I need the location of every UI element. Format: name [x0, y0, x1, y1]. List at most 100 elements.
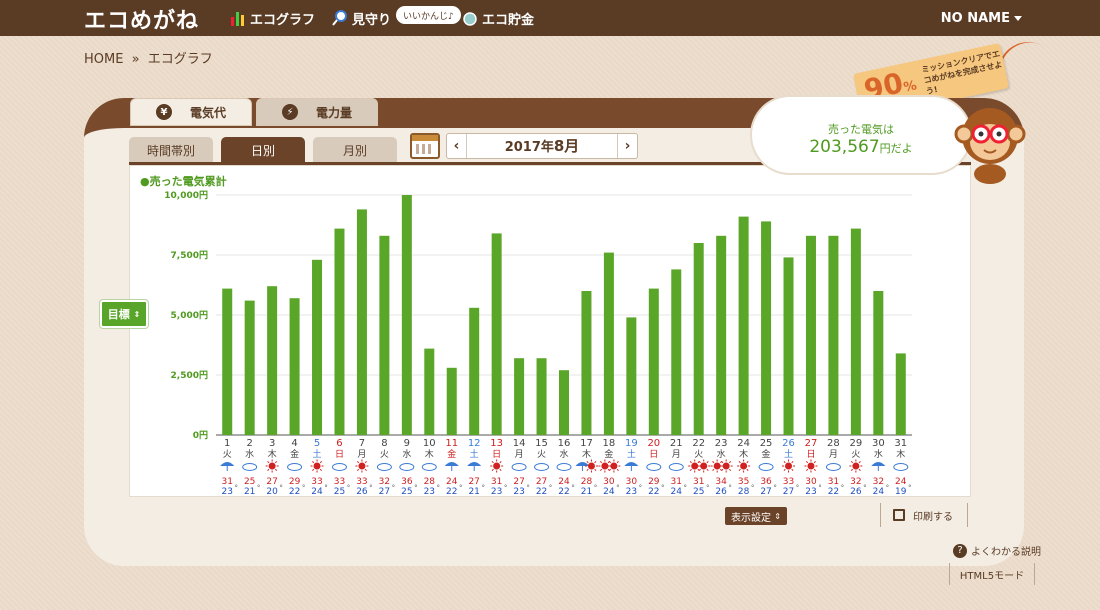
day-label: 31	[894, 438, 907, 449]
temp-low: 22	[558, 487, 569, 497]
sun-ray	[689, 468, 692, 471]
temp-low: 23	[805, 487, 816, 497]
day-label: 19	[625, 438, 638, 449]
day-label: 26	[782, 438, 795, 449]
day-label: 2	[246, 438, 252, 449]
sun-ray	[586, 468, 589, 471]
chart-bar	[761, 221, 772, 435]
y-tick-label: 0円	[193, 430, 208, 441]
weekday-label: 金	[290, 448, 299, 460]
sun-ray	[616, 468, 619, 471]
html5-mode-button[interactable]: HTML5モード	[949, 563, 1035, 585]
day-label: 27	[805, 438, 818, 449]
sun-ray	[599, 461, 603, 464]
temp-high: 27	[468, 477, 479, 487]
cloud-icon	[534, 463, 550, 471]
cloud-icon	[376, 463, 392, 471]
temp-low: 26	[356, 487, 368, 497]
temp-low: 25	[401, 487, 412, 497]
temp-high: 33	[356, 477, 367, 487]
sun-ray	[850, 461, 854, 464]
weekday-label: 日	[649, 449, 658, 460]
day-label: 1	[224, 438, 230, 449]
day-label: 30	[872, 438, 885, 449]
chart-bar	[783, 257, 794, 435]
target-button[interactable]: 目標 ⇕	[100, 300, 148, 328]
sun-ray	[608, 461, 612, 464]
weekday-label: 木	[268, 448, 277, 460]
cloud-icon	[758, 463, 774, 471]
degree-mark: °	[796, 484, 800, 492]
weekday-label: 火	[537, 449, 546, 460]
y-tick-label: 2,500円	[171, 370, 208, 381]
chart-bar	[850, 228, 861, 435]
temp-low: 26	[850, 487, 862, 497]
sun-icon	[722, 462, 730, 470]
monkey-mascot-icon	[954, 108, 1026, 184]
sun-ray	[712, 468, 715, 471]
degree-mark: °	[863, 484, 867, 492]
temp-low: 22	[289, 487, 300, 497]
sun-ray	[267, 461, 270, 464]
chart-bar	[356, 209, 367, 435]
chart-bar	[267, 286, 278, 435]
degree-mark: °	[392, 484, 396, 492]
chart-bar	[469, 307, 480, 435]
display-settings-button[interactable]: 表示設定 ⇕	[725, 507, 787, 525]
sun-ray	[746, 461, 749, 464]
temp-low: 28	[738, 487, 750, 497]
weekday-label: 水	[402, 448, 411, 460]
help-link[interactable]: ? よくわかる説明	[953, 543, 1041, 558]
weekday-label: 水	[717, 448, 726, 460]
y-tick-label: 5,000円	[171, 310, 208, 321]
cloud-icon	[287, 463, 303, 471]
temp-low: 24	[671, 487, 683, 497]
cloud-icon	[242, 463, 258, 471]
day-label: 16	[558, 438, 571, 449]
chart-legend: ●売った電気累計	[140, 175, 227, 188]
degree-mark: °	[639, 484, 643, 492]
sun-icon	[493, 462, 501, 470]
sun-ray	[689, 461, 692, 464]
weekday-label: 木	[582, 448, 591, 460]
sun-ray	[319, 461, 322, 464]
degree-mark: °	[818, 484, 822, 492]
updown-icon: ⇕	[133, 309, 141, 319]
weekday-label: 火	[380, 449, 389, 460]
cloud-icon	[511, 463, 527, 471]
weekday-label: 金	[447, 448, 456, 460]
degree-mark: °	[279, 484, 283, 492]
sun-icon	[785, 462, 793, 470]
weekday-label: 土	[313, 448, 322, 460]
degree-mark: °	[481, 484, 485, 492]
chart-bar	[559, 370, 569, 435]
temp-high: 33	[783, 477, 794, 487]
weekday-label: 土	[784, 448, 793, 460]
chart-bar	[603, 252, 614, 435]
sun-ray	[712, 461, 715, 464]
sun-ray	[616, 461, 619, 464]
degree-mark: °	[684, 484, 688, 492]
chart-bar	[693, 243, 704, 435]
temp-low: 19	[895, 487, 907, 497]
day-label: 10	[423, 438, 436, 449]
temp-high: 35	[738, 477, 749, 487]
weekday-label: 日	[335, 449, 344, 460]
degree-mark: °	[504, 484, 508, 492]
print-button[interactable]: 印刷する	[880, 503, 968, 527]
cloud-icon	[421, 463, 437, 471]
day-label: 5	[314, 438, 320, 449]
sun-ray	[312, 468, 315, 471]
temp-low: 26	[715, 487, 727, 497]
temp-low: 25	[334, 487, 345, 497]
cloud-icon	[331, 463, 347, 471]
day-label: 21	[670, 438, 683, 449]
sun-ray	[599, 468, 603, 471]
temp-low: 22	[446, 487, 457, 497]
sun-ray	[364, 461, 367, 464]
temp-high: 27	[536, 477, 547, 487]
weekday-label: 木	[739, 448, 748, 460]
day-label: 28	[827, 438, 840, 449]
sun-ray	[706, 468, 709, 471]
umbrella-icon	[467, 462, 482, 466]
